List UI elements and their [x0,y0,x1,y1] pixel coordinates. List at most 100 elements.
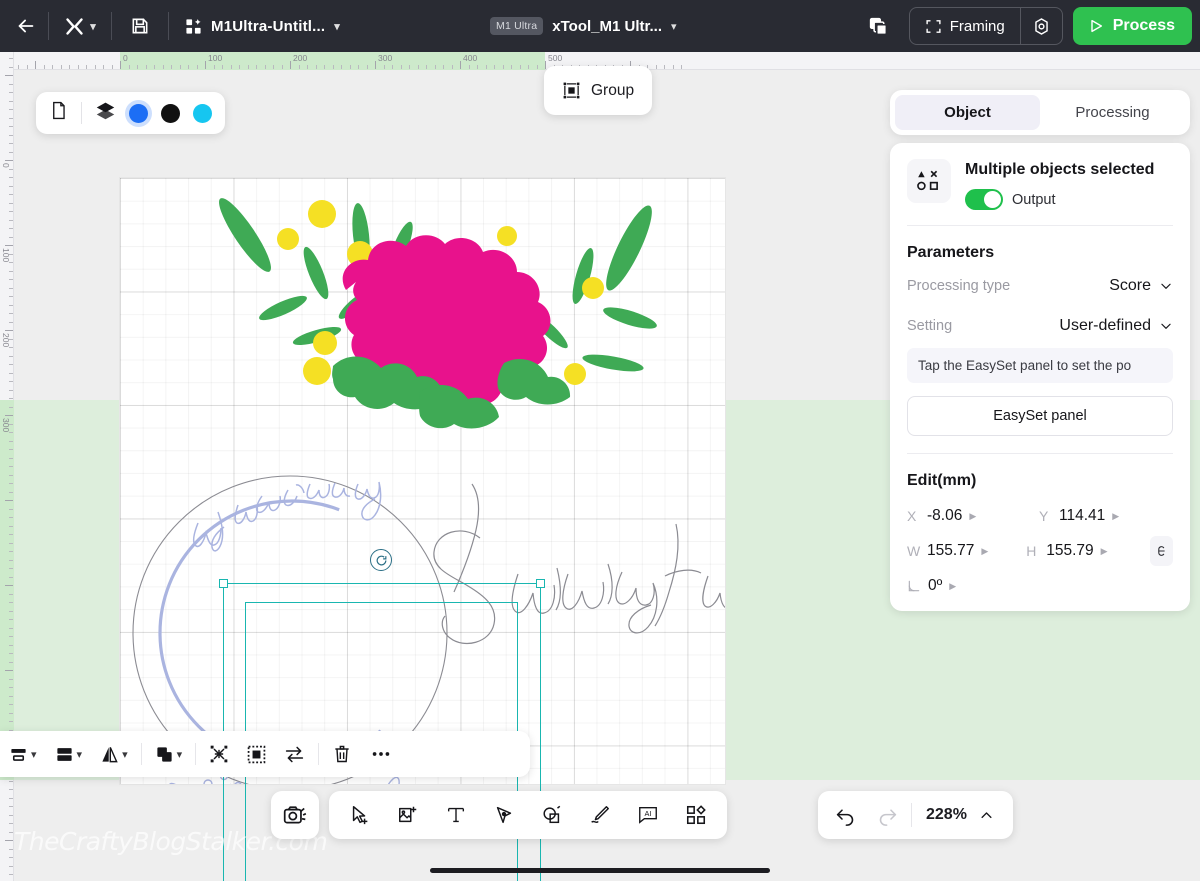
save-button[interactable] [114,0,166,52]
setting-row[interactable]: Setting User-defined [890,306,1190,346]
delete-button[interactable] [323,731,361,777]
ruler-label: 100 [1,248,11,263]
shape-tool-button[interactable] [529,792,575,838]
right-panel: Object Processing Multiple objects selec… [890,90,1190,612]
fill-outline-button[interactable] [238,731,275,777]
ruler-tick [358,65,359,69]
color-swatch-black[interactable] [161,103,180,123]
panel-tabs: Object Processing [890,90,1190,135]
machine-selector[interactable]: M1 Ultra xTool_M1 Ultr... ▾ [490,0,677,52]
align-horizontal-button[interactable]: ▾ [0,731,46,777]
ruler-tick [5,585,13,586]
field-h[interactable]: H 155.79 ▶ [1026,542,1145,560]
tab-object[interactable]: Object [895,95,1040,130]
ruler-tick [120,61,121,69]
align-vertical-button[interactable]: ▾ [46,731,92,777]
processing-type-row[interactable]: Processing type Score [890,266,1190,306]
more-dots-icon [372,752,390,756]
group-button[interactable]: Group [544,66,653,115]
selection-text-block: Multiple objects selected Output [965,159,1155,211]
elements-tool-button[interactable] [673,792,719,838]
ruler-tick [9,321,13,323]
framing-label: Framing [949,17,1005,35]
selection-title: Multiple objects selected [965,161,1155,178]
field-x[interactable]: X -8.06 ▶ [907,507,1039,525]
ai-icon: AI [639,806,657,824]
rotate-handle[interactable] [370,549,392,571]
score-circle-ring [158,499,426,767]
ruler-tick [35,61,36,69]
field-w[interactable]: W 155.77 ▶ [907,542,1026,560]
ruler-tick [264,65,266,69]
camera-tool-button[interactable] [271,791,319,839]
flip-button[interactable]: ▾ [91,731,137,777]
draw-tool-button[interactable] [577,792,623,838]
undo-button[interactable] [824,791,866,839]
ruler-tick [9,66,13,68]
ruler-tick [256,65,257,69]
document-name-button[interactable]: M1Ultra-Untitl... ▾ [171,0,354,52]
framing-settings-button[interactable] [1021,8,1062,44]
output-toggle[interactable] [965,189,1003,211]
ruler-tick [9,126,13,127]
home-indicator [430,868,770,873]
tab-processing[interactable]: Processing [1040,95,1185,130]
field-angle[interactable]: 0º ▶ [907,577,1039,595]
layers-button[interactable] [95,100,116,126]
image-tool-button[interactable] [385,792,431,838]
field-y-value: 114.41 [1059,507,1106,525]
ai-tool-button[interactable]: AI [625,792,671,838]
ruler-tick [9,789,13,790]
ruler-tick [9,100,13,102]
setting-value-wrap[interactable]: User-defined [1059,317,1173,335]
field-y[interactable]: Y 114.41 ▶ [1039,507,1171,525]
color-swatch-cyan[interactable] [193,103,212,123]
aspect-ratio-lock-button[interactable] [1149,536,1173,567]
ruler-tick [137,65,138,69]
ruler-tick [9,134,13,136]
app-root: ▾ M1Ultra-Untitl... ▾ M1 Ultra xTool_M1 … [0,0,1200,881]
processing-type-value-wrap[interactable]: Score [1109,277,1173,295]
ruler-tick [9,636,13,637]
xtool-logo-button[interactable]: ▾ [51,0,109,52]
script-text-you-are-my [192,481,382,552]
chevron-right-icon: ▶ [969,510,977,521]
ruler-tick [9,194,13,195]
ruler-tick [145,65,147,69]
ruler-tick [468,65,470,69]
trash-icon [335,745,349,763]
ruler-tick [5,330,13,331]
output-toggle-row: Output [965,189,1154,211]
ruler-tick [9,525,13,527]
color-swatch-blue[interactable] [129,103,148,123]
boolean-ops-button[interactable]: ▾ [146,731,192,777]
bottom-toolbar: AI [271,791,727,839]
ruler-label: 100 [208,53,223,63]
duplicate-button[interactable] [859,0,899,52]
ruler-tick [9,466,13,467]
select-tool-button[interactable] [337,792,383,838]
framing-group: Framing [908,7,1063,45]
shape-icon [543,805,561,824]
ruler-tick [9,389,13,391]
transform-button[interactable] [200,731,238,777]
ruler-label: 400 [463,53,478,63]
framing-button[interactable]: Framing [910,8,1020,44]
framing-brackets-icon [926,19,941,33]
more-button[interactable] [361,731,401,777]
zoom-level-button[interactable]: 228% [915,806,1007,824]
process-button[interactable]: Process [1072,7,1192,45]
artboard[interactable] [120,178,725,881]
page-button[interactable] [49,100,68,126]
selection-info: Multiple objects selected Output [890,143,1190,225]
text-tool-button[interactable] [433,792,479,838]
swap-button[interactable] [275,731,314,777]
redo-button[interactable] [866,791,908,839]
easyset-panel-button[interactable]: EasySet panel [907,396,1173,437]
field-w-key: W [907,543,921,560]
setting-label: Setting [907,318,953,335]
back-button[interactable] [0,0,46,52]
machine-badge: M1 Ultra [490,17,544,35]
pen-tool-button[interactable] [481,792,527,838]
svg-text:AI: AI [645,809,652,818]
